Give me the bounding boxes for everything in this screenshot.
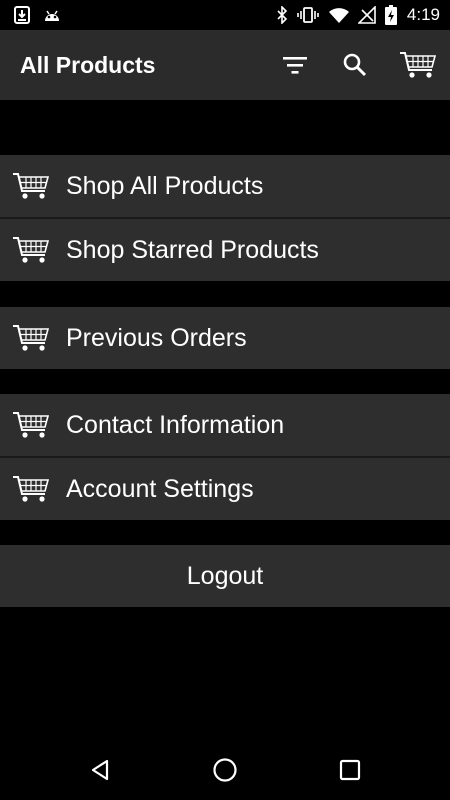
battery-charging-icon — [382, 0, 400, 30]
menu-item-label: Shop All Products — [66, 172, 264, 200]
menu-group-shop: Shop All Products Shop Starred Products — [0, 155, 450, 281]
system-nav-bar — [0, 740, 450, 800]
home-button[interactable] — [201, 748, 249, 792]
filter-button[interactable] — [271, 41, 319, 89]
cart-icon — [400, 52, 437, 78]
search-button[interactable] — [331, 41, 379, 89]
menu-item-account-settings[interactable]: Account Settings — [0, 456, 450, 520]
recents-icon — [339, 759, 361, 781]
status-time: 4:19 — [406, 5, 440, 24]
logout-button[interactable]: Logout — [0, 545, 450, 607]
menu-group-orders: Previous Orders — [0, 307, 450, 369]
menu-item-shop-all-products[interactable]: Shop All Products — [0, 155, 450, 217]
menu-item-shop-starred-products[interactable]: Shop Starred Products — [0, 217, 450, 281]
search-icon — [343, 53, 367, 77]
vibrate-icon — [296, 0, 320, 30]
menu-item-label: Contact Information — [66, 411, 285, 439]
cart-icon — [13, 476, 50, 502]
android-icon — [40, 0, 64, 30]
menu-item-label: Previous Orders — [66, 324, 247, 352]
filter-icon — [283, 57, 307, 74]
cart-icon — [13, 173, 50, 199]
cart-icon — [13, 325, 50, 351]
back-icon — [91, 759, 109, 781]
cart-icon — [13, 237, 50, 263]
page-title: All Products — [20, 52, 156, 78]
download-icon — [10, 0, 34, 30]
status-bar: 4:19 — [0, 0, 450, 30]
cart-button[interactable] — [394, 41, 442, 89]
home-icon — [213, 758, 237, 782]
menu-group-account: Contact Information Account Settings — [0, 394, 450, 520]
wifi-icon — [326, 0, 352, 30]
menu-item-label: Shop Starred Products — [66, 236, 319, 264]
menu-item-label: Account Settings — [66, 475, 254, 503]
menu-item-previous-orders[interactable]: Previous Orders — [0, 307, 450, 369]
bluetooth-icon — [272, 0, 292, 30]
cart-icon — [13, 412, 50, 438]
back-button[interactable] — [76, 748, 124, 792]
recents-button[interactable] — [326, 748, 374, 792]
no-signal-icon — [356, 0, 378, 30]
app-bar: All Products — [0, 30, 450, 100]
menu-item-contact-information[interactable]: Contact Information — [0, 394, 450, 456]
